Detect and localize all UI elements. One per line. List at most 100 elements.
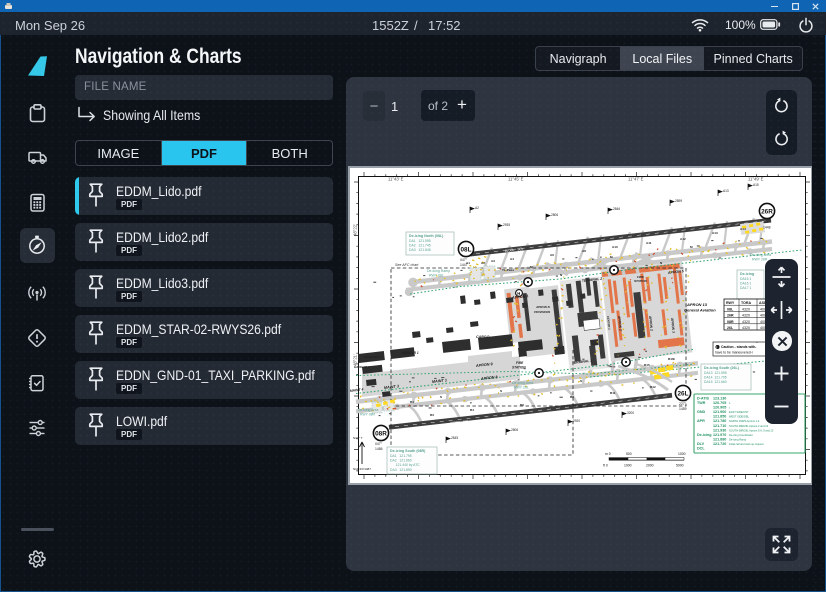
svg-text:26L: 26L (727, 326, 734, 330)
svg-text:121.710: 121.710 (713, 424, 726, 428)
svg-text:DA15 1: DA15 1 (740, 277, 751, 281)
svg-text:A1: A1 (466, 261, 470, 265)
svg-text:De-icing South (26L): De-icing South (26L) (704, 366, 740, 370)
svg-text:M: M (690, 245, 693, 249)
svg-text:SOUTH 08R/26L Aprons 2 and 13: SOUTH 08R/26L Aprons 2 and 13 (729, 424, 769, 428)
svg-text:2845: 2845 (451, 436, 458, 440)
svg-text:General Aviation: General Aviation (684, 308, 716, 313)
svg-text:A12: A12 (680, 237, 686, 241)
svg-text:121.780: 121.780 (713, 419, 726, 423)
svg-text:B15: B15 (644, 363, 650, 367)
svg-text:123.130: 123.130 (713, 397, 726, 401)
svg-text:APRON N: APRON N (535, 305, 551, 309)
svg-text:RWY 08R: RWY 08R (360, 413, 376, 417)
svg-text:121.850: 121.850 (713, 415, 726, 419)
svg-text:De-icing Ramp: De-icing Ramp (427, 269, 450, 273)
svg-text:M: M (530, 265, 533, 269)
svg-text:De-icing North (08L): De-icing North (08L) (409, 234, 444, 238)
svg-text:DA3 121.845: DA3 121.845 (409, 248, 431, 252)
svg-text:PROVISIONS: PROVISIONS (534, 310, 550, 314)
svg-text:CARGO: CARGO (476, 335, 490, 339)
svg-text:500: 500 (626, 452, 632, 456)
svg-text:HANGAR 5: HANGAR 5 (364, 355, 380, 359)
svg-text:4320: 4320 (742, 326, 750, 330)
svg-text:NORTH 26R/S Aprons 1-4: NORTH 26R/S Aprons 1-4 (729, 419, 760, 423)
svg-text:HANGAR 1: HANGAR 1 (402, 351, 419, 355)
svg-text:DCL: DCL (697, 447, 705, 451)
svg-text:2000: 2000 (646, 464, 654, 468)
svg-text:A15: A15 (753, 183, 759, 187)
svg-text:RWY 26R: RWY 26R (752, 258, 768, 262)
svg-text:DA17 1: DA17 1 (740, 286, 751, 290)
svg-text:APR: APR (697, 419, 705, 423)
svg-text:121.440 by ATC: 121.440 by ATC (390, 463, 420, 467)
svg-text:DA2 121.745: DA2 121.745 (409, 244, 431, 248)
svg-text:N11°43'/1487: N11°43'/1487 (353, 467, 371, 471)
svg-text:227°: 227° (763, 220, 771, 224)
svg-text:08R: 08R (727, 320, 734, 324)
svg-text:B11: B11 (610, 391, 616, 395)
svg-text:S: S (580, 379, 582, 383)
svg-text:De-icing: De-icing (740, 272, 754, 276)
svg-text:121.970: 121.970 (713, 433, 726, 437)
svg-text:EAST SIDE/CNT: EAST SIDE/CNT (729, 410, 749, 414)
svg-text:STATION: STATION (634, 279, 648, 283)
svg-text:08L: 08L (727, 307, 734, 311)
svg-text:DA3 121.890: DA3 121.890 (390, 468, 412, 472)
svg-text:S-Fuel: S-Fuel (614, 354, 624, 358)
svg-text:DA1 121.795: DA1 121.795 (390, 454, 412, 458)
svg-text:120.905: 120.905 (713, 406, 726, 410)
svg-text:2806: 2806 (551, 213, 558, 217)
svg-text:121.900: 121.900 (713, 410, 726, 414)
svg-text:T: T (470, 401, 472, 405)
svg-text:De-icing Area: De-icing Area (750, 253, 771, 257)
svg-text:S: S (500, 389, 502, 393)
svg-text:D-ATIS: D-ATIS (697, 397, 710, 401)
svg-text:ft 0: ft 0 (603, 464, 608, 468)
svg-text:RWY: RWY (726, 301, 735, 305)
svg-text:4320: 4320 (742, 314, 750, 318)
svg-text:A3: A3 (491, 259, 495, 263)
svg-text:A8: A8 (582, 249, 586, 253)
svg-text:047°: 047° (375, 442, 383, 446)
svg-text:B16: B16 (668, 357, 674, 361)
svg-text:DA16 1: DA16 1 (740, 282, 751, 286)
svg-text:TL-Pass: TL-Pass (502, 268, 514, 272)
svg-text:26R: 26R (761, 208, 773, 215)
svg-text:RWY 26L: RWY 26L (514, 386, 529, 390)
svg-text:08R: 08R (375, 430, 387, 437)
svg-text:De-icing: De-icing (697, 433, 712, 437)
svg-text:26L: 26L (677, 390, 688, 397)
svg-text:4320: 4320 (742, 320, 750, 324)
svg-text:B1: B1 (410, 400, 414, 404)
svg-text:A14: A14 (740, 227, 746, 231)
svg-text:N47° 7': N47° 7' (353, 436, 363, 440)
svg-text:DA2 121.660: DA2 121.660 (390, 459, 412, 463)
svg-text:1486: 1486 (375, 447, 383, 451)
svg-text:DA13 121.595: DA13 121.595 (704, 371, 727, 375)
svg-text:1459: 1459 (679, 407, 687, 411)
svg-text:B4: B4 (470, 408, 474, 412)
svg-text:2935: 2935 (503, 223, 510, 227)
svg-text:120.705: 120.705 (713, 401, 726, 405)
svg-text:B6: B6 (520, 403, 524, 407)
svg-text:De-icing Coordinator: De-icing Coordinator (729, 433, 753, 437)
svg-text:4320: 4320 (742, 307, 750, 311)
svg-text:De-icing South (08R): De-icing South (08R) (390, 449, 426, 453)
svg-text:DA1 121.595: DA1 121.595 (409, 239, 431, 243)
svg-text:121.880: 121.880 (713, 437, 726, 441)
svg-text:B3: B3 (430, 413, 434, 417)
svg-text:11°47' E: 11°47' E (628, 177, 644, 182)
svg-text:DLV: DLV (697, 442, 705, 446)
svg-text:TORA: TORA (741, 301, 752, 305)
svg-text:FIRE: FIRE (516, 361, 524, 365)
svg-text:11°49' E: 11°49' E (748, 177, 764, 182)
svg-text:initial call and start-up requ: initial call and start-up request (729, 442, 764, 446)
svg-text:DA14 121.795: DA14 121.795 (704, 376, 727, 380)
svg-text:48°22': 48°22' (353, 224, 358, 236)
svg-text:1000: 1000 (678, 452, 686, 456)
svg-text:26R: 26R (727, 314, 734, 318)
svg-text:1448: 1448 (763, 226, 771, 230)
svg-text:A13: A13 (723, 189, 729, 193)
svg-text:2920: 2920 (573, 419, 580, 423)
